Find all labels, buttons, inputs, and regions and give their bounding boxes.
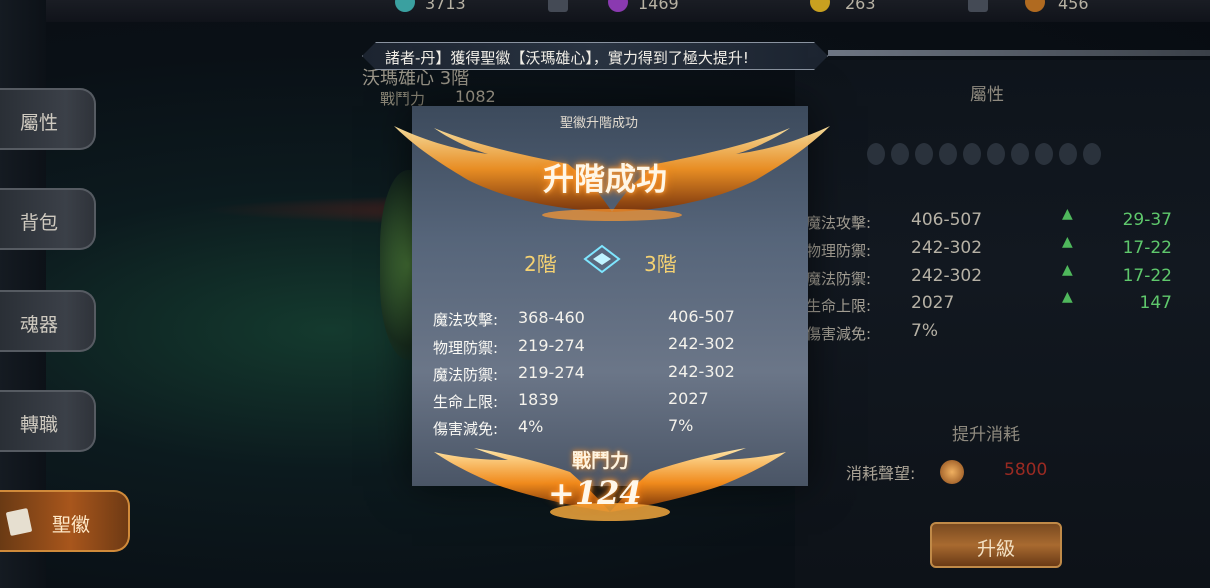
medal-icon [1025,0,1045,12]
up-arrow-icon: ▲ [1062,206,1073,222]
resource-bar: 3713 1469 263 456 [0,0,1210,22]
stat-name: 物理防禦: [433,339,499,357]
attribute-increase: 17-22 [1122,266,1172,286]
stat-name: 傷害減免: [433,420,499,438]
stat-before: 219-274 [518,336,585,355]
stat-name: 魔法攻擊: [433,311,499,329]
attribute-name: 魔法防禦: [806,270,872,288]
stat-before: 219-274 [518,363,585,382]
stat-after: 242-302 [668,334,735,353]
sidebar-item-class-change[interactable]: 轉職 [0,390,96,452]
cost-label: 消耗聲望: [846,464,916,483]
combat-power-label: 戰鬥力 [572,450,630,472]
attribute-name: 傷害減免: [806,325,872,343]
attribute-increase: 17-22 [1122,238,1172,258]
gem-icon [608,0,628,12]
attribute-increase: 29-37 [1122,210,1172,230]
banner-divider [828,50,1210,56]
announcement-banner: 諸者-丹】獲得聖徽【沃瑪雄心】，實力得到了極大提升! [362,42,828,70]
attribute-name: 物理防禦: [806,242,872,260]
stat-after: 406-507 [668,307,735,326]
sidebar-item-emblem[interactable]: 聖徽 [0,490,130,552]
book-icon [5,507,33,537]
stat-after: 2027 [668,389,709,408]
attribute-row: 魔法防禦: 242-302 ▲ 17-22 [800,262,1200,290]
resource-value: 1469 [638,0,679,13]
medal-icon [940,460,964,484]
combat-power-gain: +124 [548,474,642,512]
stat-name: 生命上限: [433,393,499,411]
attribute-row: 物理防禦: 242-302 ▲ 17-22 [800,234,1200,262]
to-tier: 3階 [644,252,677,276]
sidebar-item-attributes[interactable]: 屬性 [0,88,96,150]
upgrade-button[interactable]: 升級 [930,522,1062,568]
attribute-value: 242-302 [911,266,983,286]
sidebar-item-label: 聖徽 [52,514,91,536]
attribute-row: 生命上限: 2027 ▲ 147 [800,289,1200,317]
cost-value: 5800 [1004,460,1048,480]
stat-before: 4% [518,417,544,436]
slot-beads [867,143,1101,165]
stat-before: 1839 [518,390,559,409]
stat-after: 7% [668,416,694,435]
stat-after: 242-302 [668,362,735,381]
resource-value: 263 [845,0,876,13]
up-arrow-icon: ▲ [1062,234,1073,250]
gold-coin-icon [810,0,830,12]
diamond-arrow-icon [583,244,621,274]
attribute-name: 生命上限: [806,297,872,315]
attribute-increase: 147 [1139,293,1172,313]
bag-icon [548,0,568,12]
sidebar-item-label: 屬性 [20,112,59,134]
sidebar-item-label: 魂器 [20,314,59,336]
from-tier: 2階 [524,252,557,276]
resource-value: 456 [1058,0,1089,13]
attribute-value: 242-302 [911,238,983,258]
success-title: 升階成功 [543,162,667,198]
sidebar-item-label: 轉職 [20,414,59,436]
upgrade-button-label: 升級 [977,538,1016,560]
announcement-text: 諸者-丹】獲得聖徽【沃瑪雄心】，實力得到了極大提升! [385,49,749,67]
stat-before: 368-460 [518,308,585,327]
resource-value: 3713 [425,0,466,13]
gem-icon [395,0,415,12]
up-arrow-icon: ▲ [1062,289,1073,305]
attribute-value: 406-507 [911,210,983,230]
sidebar-item-label: 背包 [20,212,59,234]
attribute-value: 7% [911,321,938,341]
attribute-row: 傷害減免: 7% [800,321,1200,345]
attribute-row: 魔法攻擊: 406-507 ▲ 29-37 [800,206,1200,234]
bag-icon [968,0,988,12]
cost-title: 提升消耗 [952,425,1020,445]
up-arrow-icon: ▲ [1062,262,1073,278]
attribute-value: 2027 [911,293,955,313]
sidebar-item-soul[interactable]: 魂器 [0,290,96,352]
hero-power-value: 1082 [455,87,496,106]
panel-title: 屬性 [970,85,1004,105]
sidebar-item-backpack[interactable]: 背包 [0,188,96,250]
stat-name: 魔法防禦: [433,366,499,384]
